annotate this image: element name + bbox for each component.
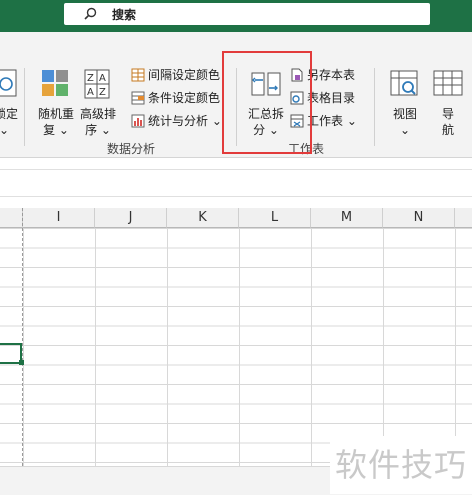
stats-analysis-label: 统计与分析 ⌄ (148, 114, 222, 128)
search-placeholder: 搜索 (112, 8, 137, 22)
nav-label-2: 航 (441, 123, 454, 137)
random-repeat-icon (42, 70, 68, 96)
group-separator (24, 68, 25, 146)
page-break-line (22, 208, 23, 466)
svg-text:Z: Z (99, 87, 106, 98)
random-repeat-label-1: 随机重 (37, 107, 74, 121)
condition-color-label: 条件设定颜色 (148, 91, 221, 105)
column-header-next[interactable] (455, 208, 472, 228)
nav-icon (433, 70, 463, 96)
advanced-sort-button[interactable]: Z A A Z 高级排 序 ⌄ (78, 68, 118, 137)
interval-color-button[interactable]: 间隔设定颜色 (131, 66, 220, 84)
column-header-corner[interactable] (0, 208, 23, 228)
save-sheet-label: 另存本表 (307, 68, 356, 82)
random-repeat-button[interactable]: 随机重 复 ⌄ (36, 68, 76, 137)
advanced-sort-label-2: 序 ⌄ (85, 123, 111, 137)
svg-text:Z: Z (87, 73, 94, 84)
random-repeat-label-2: 复 ⌄ (43, 123, 69, 137)
nav-label-1: 导 (441, 107, 454, 121)
lock-label: 锁定 (0, 107, 19, 121)
lock-dropdown: ⌄ (0, 123, 10, 137)
sheet-dir-label: 表格目录 (307, 91, 356, 105)
divider (0, 196, 472, 197)
fill-handle[interactable] (19, 360, 24, 365)
lock-table-icon (0, 69, 17, 97)
column-header-k[interactable]: K (167, 208, 239, 228)
view-label-2: ⌄ (399, 123, 411, 137)
stats-analysis-icon (131, 114, 145, 128)
interval-color-label: 间隔设定颜色 (148, 68, 221, 82)
group-separator (374, 68, 375, 146)
lock-button[interactable]: 锁定 ⌄ (0, 68, 19, 137)
column-header-m[interactable]: M (311, 208, 383, 228)
condition-color-button[interactable]: 条件设定颜色 (131, 89, 220, 107)
svg-text:A: A (99, 73, 106, 84)
title-bar: 搜索 (0, 0, 472, 32)
svg-text:A: A (87, 87, 94, 98)
divider (0, 169, 472, 170)
formula-bar-area (0, 158, 472, 208)
watermark-text: 软件技巧 (335, 446, 468, 484)
view-button[interactable]: 视图 ⌄ (386, 68, 424, 137)
condition-color-icon (131, 91, 145, 105)
view-icon (390, 70, 418, 96)
search-box[interactable]: 搜索 (64, 3, 430, 25)
interval-color-icon (131, 68, 145, 82)
cell-grid[interactable] (0, 228, 472, 466)
search-icon (84, 7, 97, 20)
sort-az-icon: Z A A Z (84, 69, 110, 99)
column-header-l[interactable]: L (239, 208, 311, 228)
advanced-sort-label-1: 高级排 (79, 107, 116, 121)
column-header-j[interactable]: J (95, 208, 167, 228)
column-header-n[interactable]: N (383, 208, 455, 228)
worksheet-label: 工作表 ⌄ (307, 114, 357, 128)
column-header-i[interactable]: I (23, 208, 95, 228)
view-label-1: 视图 (392, 107, 417, 121)
nav-button[interactable]: 导 航 (430, 68, 466, 137)
stats-analysis-button[interactable]: 统计与分析 ⌄ (131, 112, 222, 130)
highlight-box (222, 51, 312, 154)
group-label-data-analysis: 数据分析 (107, 142, 156, 156)
